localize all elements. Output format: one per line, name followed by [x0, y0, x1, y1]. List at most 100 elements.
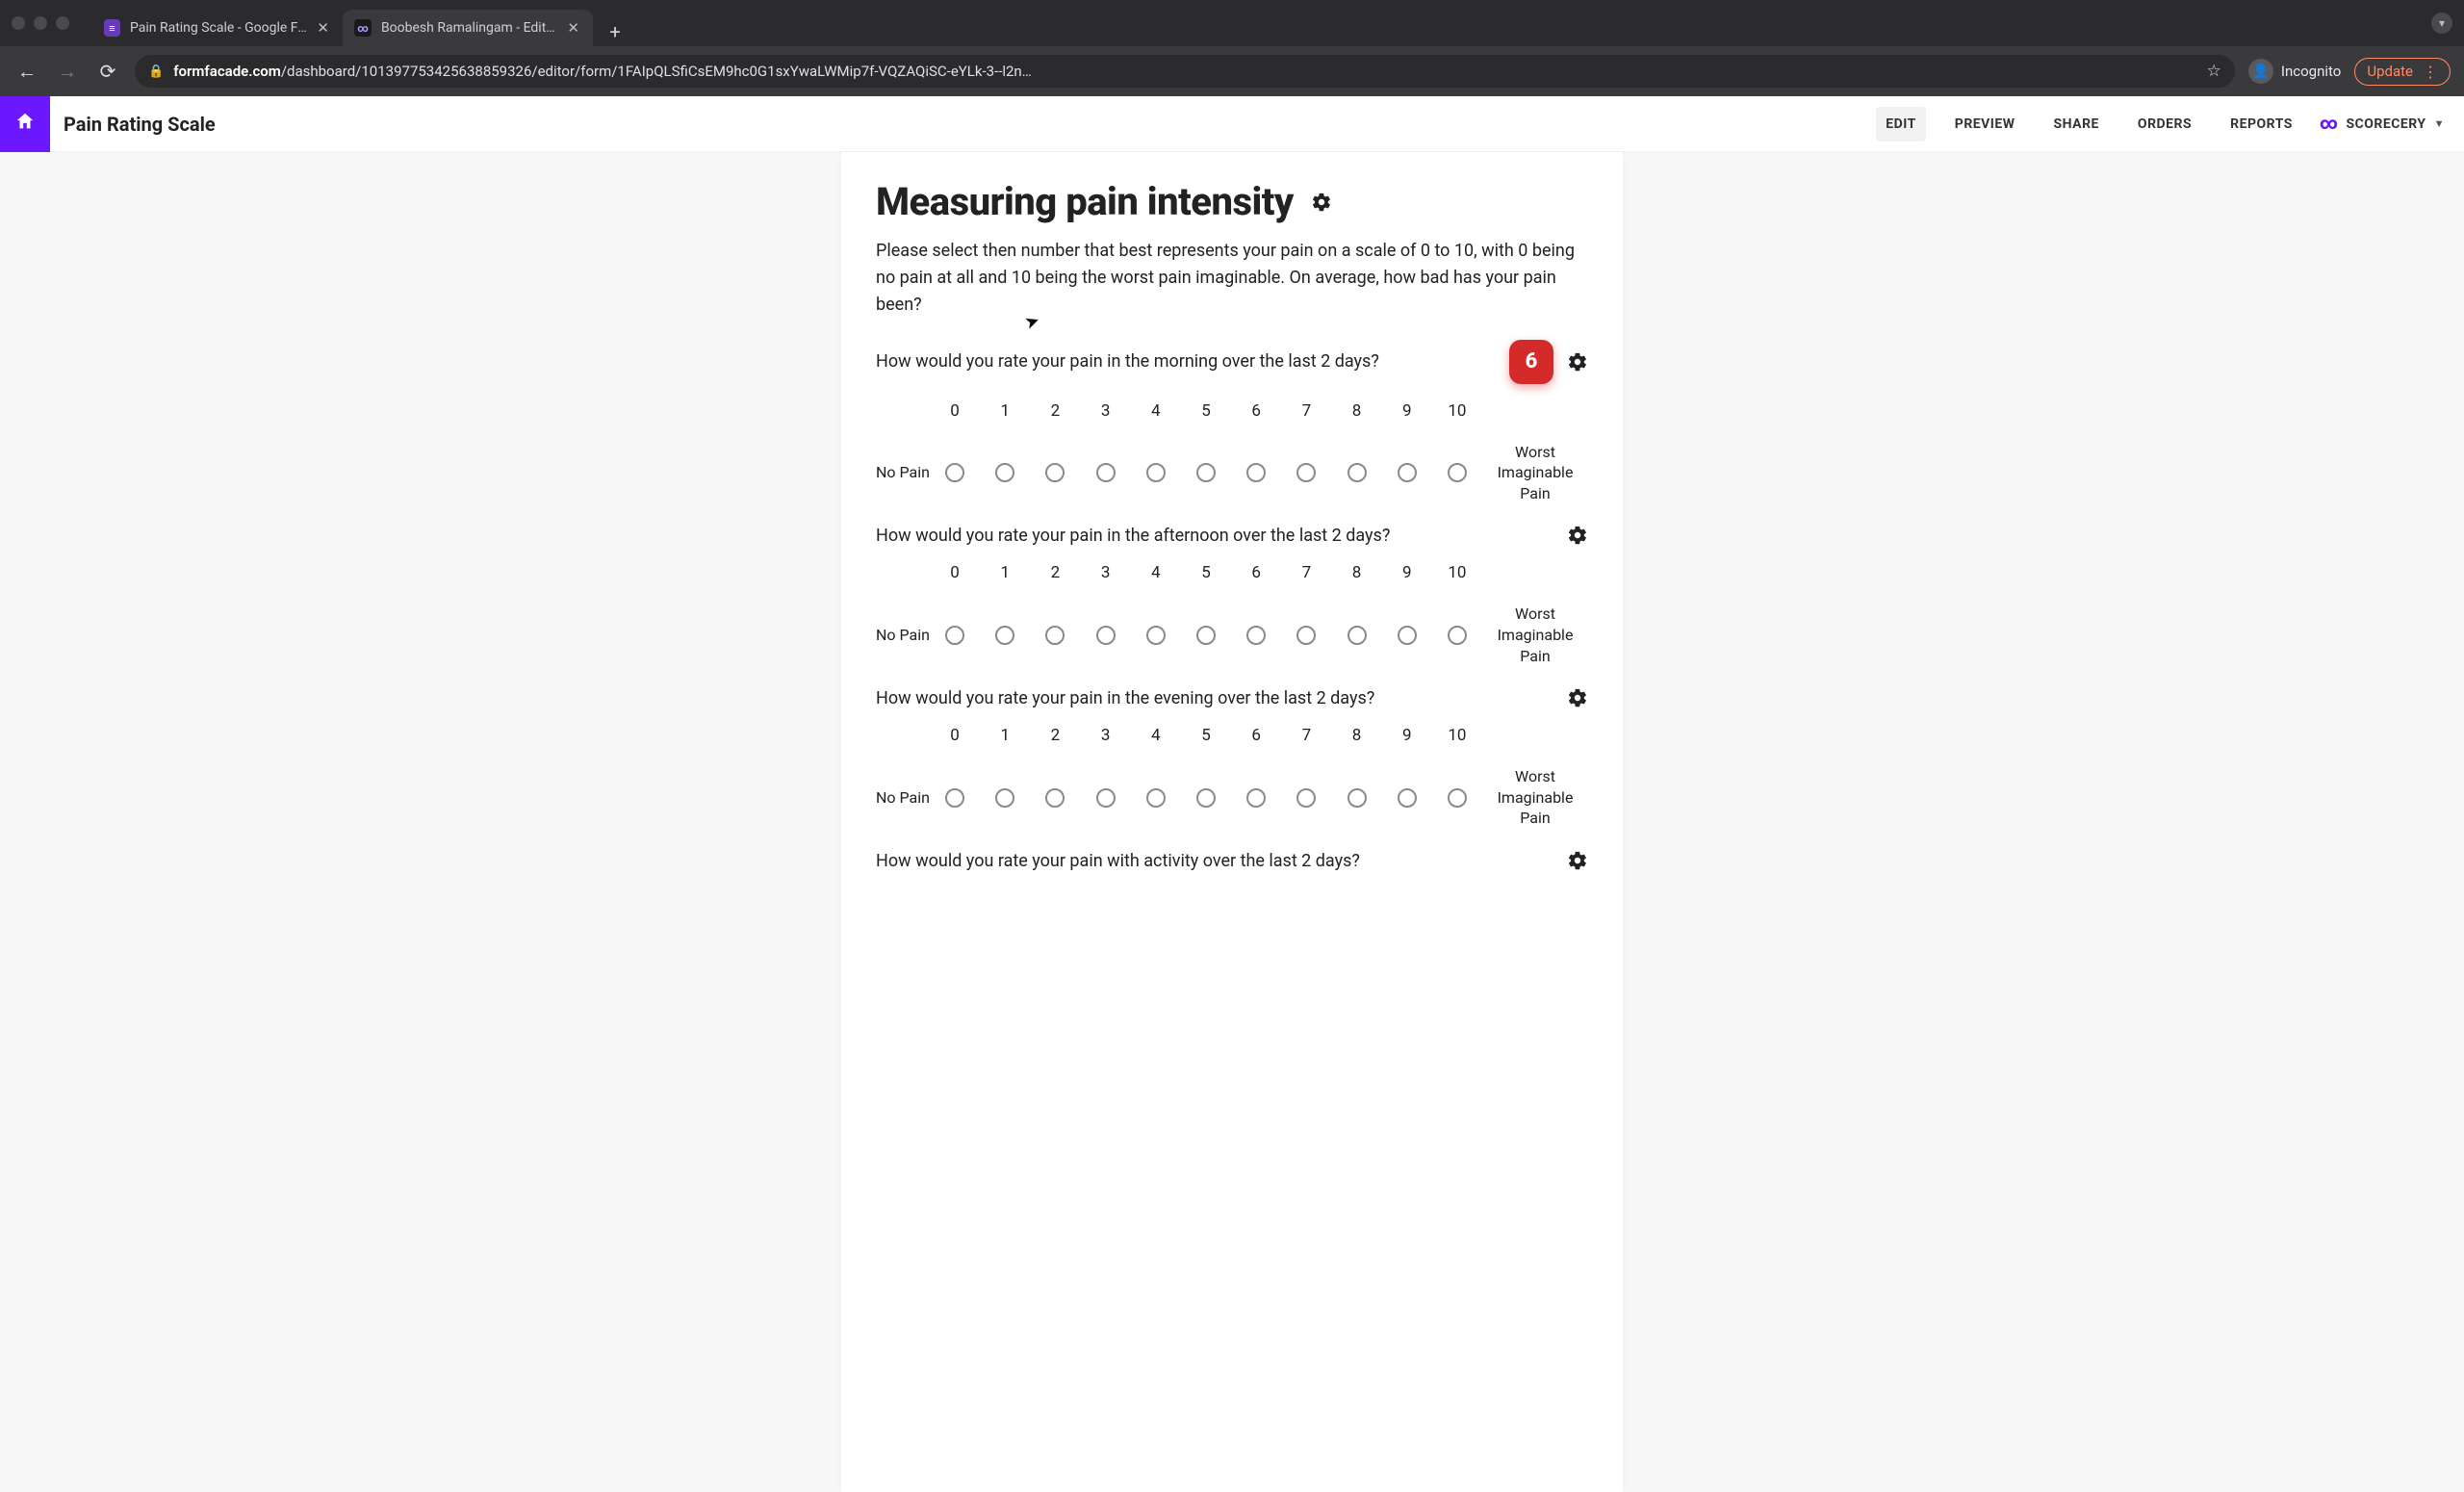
scale-grid: 012345678910No PainWorst Imaginable Pain: [876, 726, 1588, 829]
reload-button[interactable]: ⟳: [94, 58, 121, 85]
traffic-zoom[interactable]: [56, 16, 69, 30]
section-title: Measuring pain intensity: [876, 179, 1294, 224]
question-text: How would you rate your pain in the morn…: [876, 351, 1379, 372]
radio-option[interactable]: [1045, 626, 1065, 645]
url-path: /dashboard/101397753425638859326/editor/…: [281, 63, 1032, 80]
forward-button[interactable]: →: [54, 58, 81, 85]
question-settings-button[interactable]: [1567, 525, 1588, 546]
address-bar[interactable]: 🔒 formfacade.com/dashboard/1013977534256…: [135, 55, 2235, 88]
radio-cell: [1181, 626, 1231, 645]
question-actions: [1567, 525, 1588, 546]
traffic-lights: [12, 16, 69, 30]
radio-option[interactable]: [1398, 463, 1417, 482]
scale-grid: 012345678910No PainWorst Imaginable Pain: [876, 563, 1588, 666]
nav-tab-preview[interactable]: PREVIEW: [1945, 107, 2025, 141]
radio-option[interactable]: [1196, 788, 1216, 808]
radio-option[interactable]: [1146, 626, 1166, 645]
radio-cell: [1281, 463, 1331, 482]
radio-option[interactable]: [1296, 626, 1316, 645]
radio-option[interactable]: [1398, 626, 1417, 645]
question-settings-button[interactable]: [1567, 351, 1588, 373]
radio-cell: [1131, 788, 1181, 808]
radio-option[interactable]: [1448, 463, 1467, 482]
question-block: How would you rate your pain in the afte…: [876, 525, 1588, 666]
radio-option[interactable]: [1398, 788, 1417, 808]
update-button[interactable]: Update ⋮: [2354, 58, 2451, 86]
radio-option[interactable]: [1246, 788, 1266, 808]
radio-option[interactable]: [1246, 463, 1266, 482]
new-tab-button[interactable]: +: [601, 17, 629, 46]
radio-option[interactable]: [1448, 788, 1467, 808]
radio-option[interactable]: [1296, 788, 1316, 808]
radio-option[interactable]: [1196, 626, 1216, 645]
question-row: How would you rate your pain with activi…: [876, 850, 1588, 871]
section-settings-button[interactable]: [1311, 192, 1332, 213]
radio-option[interactable]: [1348, 788, 1367, 808]
caret-down-icon: ▼: [2434, 117, 2445, 130]
question-block: How would you rate your pain in the morn…: [876, 340, 1588, 504]
radio-cell: [1432, 626, 1482, 645]
radio-option[interactable]: [1348, 463, 1367, 482]
scale-number: 3: [1081, 563, 1131, 582]
scale-number: 9: [1382, 726, 1432, 745]
close-icon[interactable]: ✕: [317, 19, 329, 37]
radio-cell: [1030, 626, 1080, 645]
radio-option[interactable]: [1045, 788, 1065, 808]
radio-option[interactable]: [995, 626, 1014, 645]
gear-icon: [1311, 192, 1332, 213]
question-row: How would you rate your pain in the morn…: [876, 340, 1588, 384]
gear-icon: [1567, 850, 1588, 871]
question-settings-button[interactable]: [1567, 687, 1588, 708]
scale-grid: 012345678910No PainWorst Imaginable Pain: [876, 401, 1588, 504]
kebab-menu-icon[interactable]: ⋮: [2423, 63, 2438, 81]
window-menu-button[interactable]: ▾: [2431, 13, 2452, 34]
radio-option[interactable]: [1348, 626, 1367, 645]
radio-option[interactable]: [995, 463, 1014, 482]
scale-number: 8: [1331, 726, 1381, 745]
brand-menu[interactable]: ∞ SCORECERY ▼: [2320, 114, 2445, 134]
radio-cell: [930, 626, 980, 645]
radio-option[interactable]: [995, 788, 1014, 808]
radio-option[interactable]: [1096, 788, 1116, 808]
gear-icon: [1567, 687, 1588, 708]
question-settings-button[interactable]: [1567, 850, 1588, 871]
nav-tab-reports[interactable]: REPORTS: [2220, 107, 2302, 141]
radio-option[interactable]: [945, 463, 964, 482]
browser-tab-1[interactable]: ∞ Boobesh Ramalingam - Editor ✕: [343, 10, 593, 46]
scale-number: 5: [1181, 726, 1231, 745]
traffic-minimize[interactable]: [34, 16, 47, 30]
browser-tabs: ≡ Pain Rating Scale - Google For… ✕ ∞ Bo…: [92, 0, 629, 46]
scale-label-left: No Pain: [876, 787, 930, 809]
incognito-indicator[interactable]: 👤 Incognito: [2248, 59, 2341, 84]
incognito-label: Incognito: [2281, 63, 2341, 80]
browser-tab-0[interactable]: ≡ Pain Rating Scale - Google For… ✕: [92, 10, 343, 46]
nav-tab-orders[interactable]: ORDERS: [2128, 107, 2201, 141]
radio-option[interactable]: [1146, 463, 1166, 482]
home-button[interactable]: [0, 96, 50, 152]
question-row: How would you rate your pain in the even…: [876, 687, 1588, 708]
radio-option[interactable]: [1246, 626, 1266, 645]
bookmark-star-icon[interactable]: ☆: [2207, 62, 2221, 81]
radio-cell: [1131, 626, 1181, 645]
home-icon: [14, 111, 36, 138]
radio-cell: [980, 788, 1030, 808]
nav-tab-edit[interactable]: EDIT: [1876, 107, 1926, 141]
radio-option[interactable]: [945, 626, 964, 645]
close-icon[interactable]: ✕: [567, 19, 579, 37]
radio-option[interactable]: [1045, 463, 1065, 482]
radio-option[interactable]: [945, 788, 964, 808]
radio-option[interactable]: [1096, 463, 1116, 482]
scale-number: 3: [1081, 401, 1131, 421]
radio-option[interactable]: [1096, 626, 1116, 645]
radio-option[interactable]: [1146, 788, 1166, 808]
back-button[interactable]: ←: [13, 58, 40, 85]
step-badge: 6: [1509, 340, 1553, 384]
radio-cell: [1030, 463, 1080, 482]
nav-tab-share[interactable]: SHARE: [2044, 107, 2109, 141]
radio-option[interactable]: [1196, 463, 1216, 482]
radio-option[interactable]: [1448, 626, 1467, 645]
traffic-close[interactable]: [12, 16, 25, 30]
radio-option[interactable]: [1296, 463, 1316, 482]
lock-icon: 🔒: [148, 64, 164, 79]
radio-cell: [1432, 463, 1482, 482]
